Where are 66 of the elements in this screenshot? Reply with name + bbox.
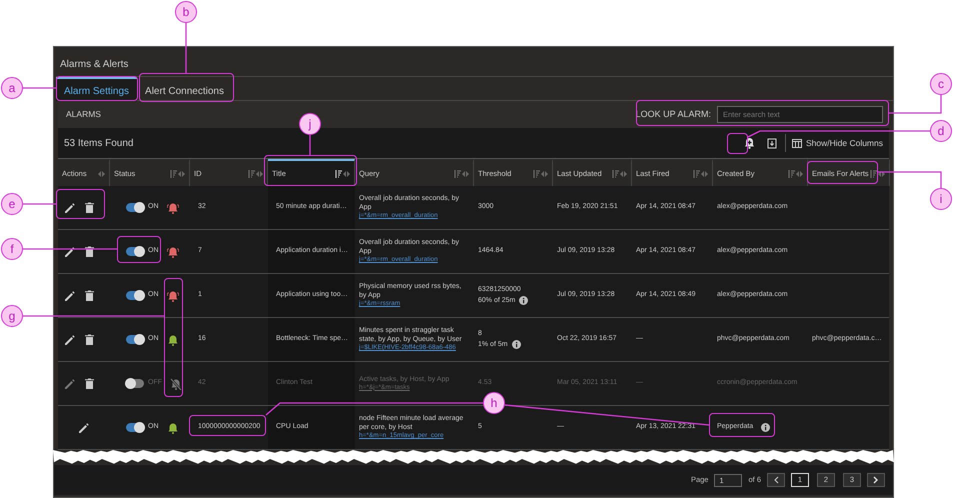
resize-handle-icon[interactable]	[878, 170, 885, 176]
leader-line	[878, 171, 942, 188]
trash-icon	[84, 334, 95, 346]
resize-handle-icon[interactable]	[796, 170, 803, 176]
resize-handle-icon[interactable]	[256, 170, 263, 176]
info-icon[interactable]	[512, 340, 521, 350]
previous-page-button[interactable]	[767, 473, 785, 487]
callout-marker: f	[1, 238, 23, 260]
pencil-icon	[64, 202, 76, 214]
columns-icon	[792, 138, 802, 148]
callout-marker: c	[930, 73, 952, 95]
leader-line	[889, 95, 942, 114]
highlight-outline	[807, 161, 878, 184]
trash-icon	[84, 202, 95, 214]
highlight-outline	[117, 236, 161, 263]
resize-handle-icon[interactable]	[462, 170, 469, 176]
pencil-icon	[64, 334, 76, 346]
show-hide-columns-button[interactable]: Show/Hide Columns	[792, 136, 883, 150]
callout-marker: a	[1, 77, 23, 99]
callout-marker: i	[930, 188, 952, 210]
resize-handle-icon[interactable]	[98, 170, 105, 176]
trash-icon	[84, 290, 95, 302]
leader-line	[309, 135, 311, 155]
resize-handle-icon[interactable]	[178, 170, 185, 176]
section-title: ALARMS	[66, 108, 101, 121]
leader-line	[23, 87, 56, 89]
callout-marker: d	[930, 120, 952, 142]
delete-button[interactable]	[82, 290, 97, 302]
pencil-icon	[78, 422, 90, 434]
toggle-switch[interactable]	[126, 335, 144, 344]
toggle-switch[interactable]	[126, 247, 144, 256]
delete-button[interactable]	[82, 246, 97, 258]
delete-button[interactable]	[82, 378, 97, 390]
tab[interactable]: Alarm Settings	[56, 77, 138, 101]
trash-icon	[84, 246, 95, 258]
pencil-icon	[64, 378, 76, 390]
chevron-left-icon	[773, 476, 779, 484]
toggle-switch[interactable]	[126, 203, 144, 212]
pencil-icon	[64, 246, 76, 258]
toggle-switch[interactable]	[126, 423, 144, 432]
info-icon[interactable]	[519, 296, 528, 306]
highlight-outline	[727, 133, 748, 154]
leader-line	[185, 23, 187, 73]
highlight-outline	[709, 413, 775, 437]
delete-button[interactable]	[82, 202, 97, 214]
toggle-switch[interactable]	[126, 291, 144, 300]
trash-icon	[84, 378, 95, 390]
export-button[interactable]	[764, 136, 779, 150]
resize-handle-icon[interactable]	[701, 170, 708, 176]
toggle-switch[interactable]	[126, 379, 144, 388]
highlight-outline	[56, 189, 105, 219]
window-title: Alarms & Alerts	[60, 59, 128, 70]
items-count: 53 Items Found	[64, 136, 134, 150]
resize-handle-icon[interactable]	[541, 170, 548, 176]
info-icon[interactable]	[761, 423, 770, 432]
tab[interactable]: Alert Connections	[137, 77, 232, 101]
next-page-button[interactable]	[867, 473, 885, 487]
callout-marker: b	[175, 1, 197, 23]
pencil-icon	[64, 290, 76, 302]
leader-line	[23, 203, 56, 205]
resize-handle-icon[interactable]	[343, 170, 350, 176]
callout-marker: g	[1, 305, 23, 327]
resize-handle-icon[interactable]	[620, 170, 627, 176]
callout-marker: e	[1, 193, 23, 215]
delete-button[interactable]	[82, 334, 97, 346]
chevron-right-icon	[873, 476, 879, 484]
